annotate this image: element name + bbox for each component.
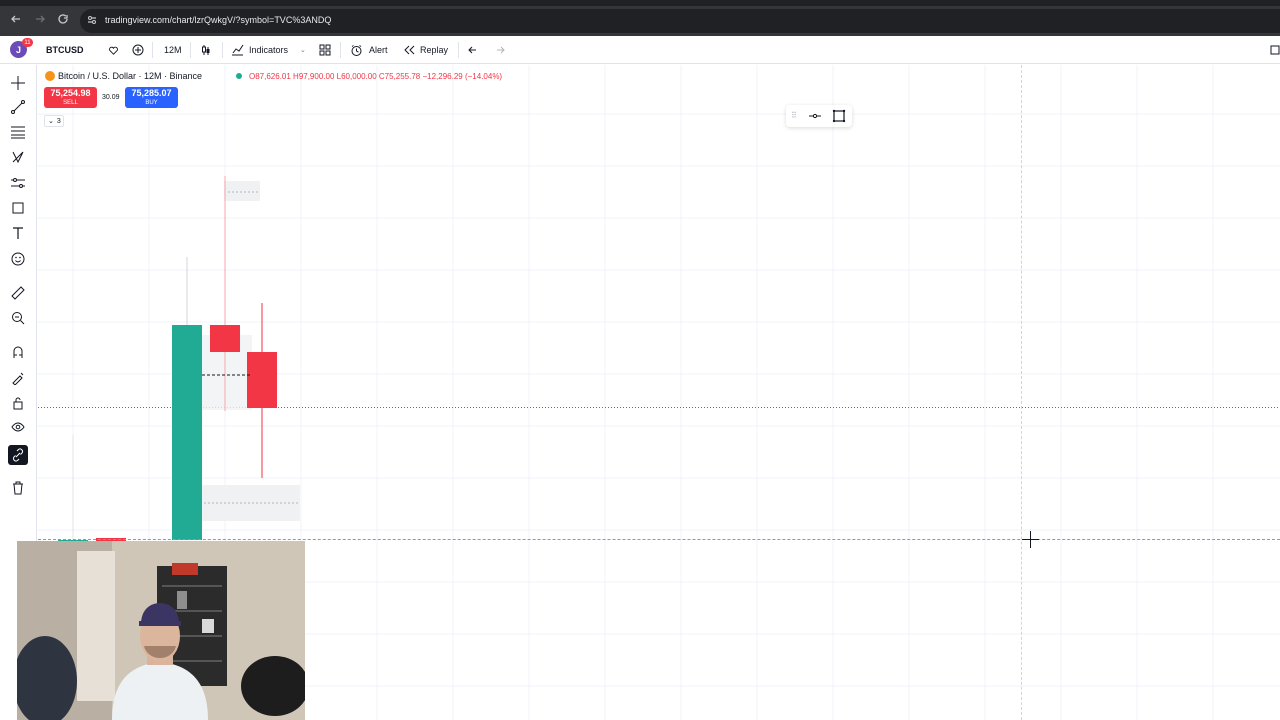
crosshair-vertical-line [1021, 65, 1022, 720]
browser-tab-strip [0, 0, 1280, 6]
candle-body-down [210, 325, 240, 352]
buy-price: 75,285.07 [131, 88, 172, 98]
candle-body-up [172, 325, 202, 540]
pattern-icon[interactable] [9, 148, 27, 166]
toolbar-divider [190, 42, 191, 58]
url-text[interactable]: tradingview.com/chart/lzrQwkgV/?symbol=T… [105, 15, 331, 25]
crosshair-icon[interactable] [9, 74, 27, 92]
stay-drawing-icon[interactable] [9, 369, 27, 387]
webcam-overlay [17, 541, 305, 720]
toolbar-divider [152, 42, 153, 58]
top-toolbar [0, 36, 1280, 64]
chevron-down-icon: ⌄ [48, 118, 54, 125]
rewind-icon[interactable] [404, 36, 415, 64]
compare-add-icon[interactable] [132, 36, 144, 64]
trash-icon[interactable] [9, 479, 27, 497]
heart-icon[interactable] [108, 36, 119, 64]
grip-icon[interactable]: ⠿ [791, 111, 797, 120]
ruler-icon[interactable] [9, 284, 27, 302]
forecast-icon[interactable] [9, 174, 27, 192]
notification-badge: 11 [22, 38, 33, 47]
toolbar-divider [222, 42, 223, 58]
buy-label: BUY [145, 100, 158, 106]
alert-button[interactable]: Alert [369, 36, 388, 64]
toolbar-divider [340, 42, 341, 58]
replay-button[interactable]: Replay [420, 36, 448, 64]
indicators-button[interactable]: Indicators [249, 36, 288, 64]
bitcoin-logo-icon [45, 71, 55, 81]
spread-value: 30.09 [102, 94, 120, 101]
candles-icon[interactable] [200, 36, 212, 64]
layout-grid-icon[interactable] [319, 36, 331, 64]
reload-icon[interactable] [57, 13, 69, 28]
interval-button[interactable]: 12M [164, 36, 182, 64]
sell-button[interactable]: 75,254.98 SELL [44, 87, 97, 108]
arrow-left-icon[interactable] [10, 13, 22, 28]
site-info-icon[interactable] [86, 14, 98, 26]
fib-icon[interactable] [9, 123, 27, 141]
text-icon[interactable] [9, 224, 27, 242]
indicator-count: 3 [56, 117, 61, 125]
ohlc-values: O87,626.01 H97,900.00 L60,000.00 C75,255… [249, 72, 503, 81]
indicator-collapse-button[interactable]: ⌄ 3 [44, 115, 64, 127]
market-open-status [236, 73, 242, 79]
symbol-legend-title[interactable]: Bitcoin / U.S. Dollar · 12M · Binance [58, 71, 202, 81]
indicators-icon[interactable] [231, 36, 244, 64]
crosshair-horizontal-line [38, 539, 1280, 540]
crosshair-cursor-icon [1022, 531, 1039, 548]
arrow-right-icon[interactable] [34, 13, 46, 28]
highlight-zone [224, 181, 260, 201]
rectangle-tool-icon[interactable] [9, 199, 27, 217]
emoji-icon[interactable] [9, 250, 27, 268]
lock-icon[interactable] [9, 394, 27, 412]
magnet-icon[interactable] [9, 343, 27, 361]
horizontal-line-icon[interactable] [807, 108, 823, 124]
sell-price: 75,254.98 [50, 88, 91, 98]
sell-label: SELL [63, 100, 78, 106]
buy-button[interactable]: 75,285.07 BUY [125, 87, 178, 108]
zoom-icon[interactable] [9, 309, 27, 327]
floating-drawing-toolbar: ⠿ [786, 105, 852, 127]
undo-icon[interactable] [468, 36, 480, 64]
chevron-down-icon[interactable]: ⌄ [300, 36, 306, 64]
fullscreen-icon[interactable] [1270, 36, 1280, 64]
toolbar-divider [458, 42, 459, 58]
alarm-clock-icon[interactable] [350, 36, 363, 64]
rectangle-icon[interactable] [831, 108, 847, 124]
candle-body-down [247, 352, 277, 408]
trend-line-icon[interactable] [9, 98, 27, 116]
link-icon[interactable] [8, 445, 28, 465]
redo-icon[interactable] [493, 36, 505, 64]
eye-icon[interactable] [9, 418, 27, 436]
symbol-search-button[interactable]: BTCUSD [40, 42, 102, 58]
